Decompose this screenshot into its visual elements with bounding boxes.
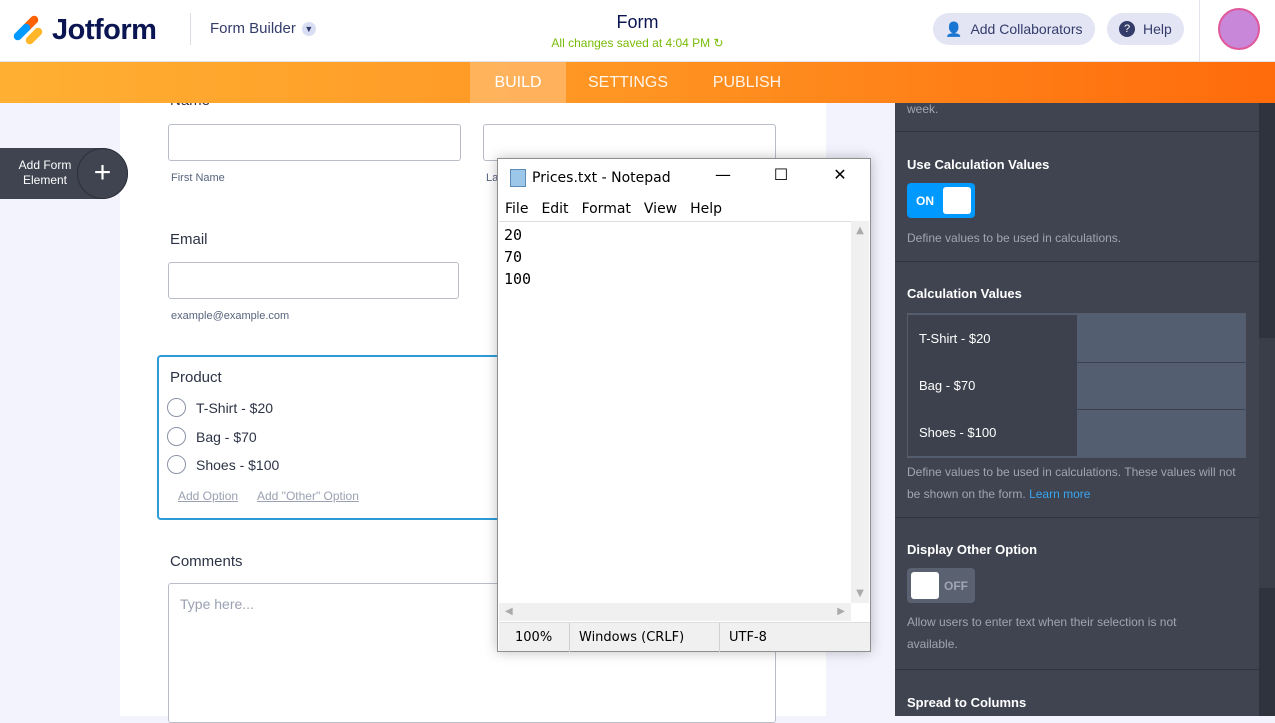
radio-option[interactable]: T-Shirt - $20	[167, 398, 273, 417]
builder-nav: BUILD SETTINGS PUBLISH	[0, 62, 1275, 103]
notepad-menu: File Edit Format View Help	[505, 201, 722, 217]
top-bar: Jotform Form Builder ▼ Form All changes s…	[0, 0, 1275, 62]
first-name-input[interactable]	[168, 124, 461, 161]
add-form-element-button[interactable]: Add Form Element +	[0, 148, 128, 199]
add-collaborators-button[interactable]: 👤 Add Collaborators	[933, 13, 1095, 45]
panel-text: week.	[907, 102, 939, 116]
properties-panel: week. Use Calculation Values ON Define v…	[895, 102, 1259, 716]
tab-settings[interactable]: SETTINGS	[573, 62, 683, 103]
menu-file[interactable]: File	[505, 201, 528, 217]
calc-values-title: Calculation Values	[907, 286, 1022, 301]
radio-option[interactable]: Shoes - $100	[167, 455, 279, 474]
calc-desc: Define values to be used in calculations…	[907, 465, 1236, 501]
last-name-input[interactable]	[483, 124, 776, 161]
radio-icon	[167, 427, 186, 446]
comments-label: Comments	[170, 553, 243, 570]
help-button[interactable]: ? Help	[1107, 13, 1184, 45]
product-label: Product	[170, 369, 222, 386]
help-icon: ?	[1119, 21, 1135, 37]
menu-help[interactable]: Help	[690, 201, 722, 217]
calc-row: Shoes - $100	[908, 409, 1077, 456]
add-option-link[interactable]: Add Option	[178, 489, 238, 503]
menu-format[interactable]: Format	[582, 201, 631, 217]
encoding: UTF-8	[729, 630, 767, 645]
other-option-toggle[interactable]: OFF	[907, 568, 975, 603]
notepad-window: Prices.txt - Notepad — ☐ ✕ File Edit For…	[497, 158, 871, 652]
email-input[interactable]	[168, 262, 459, 299]
maximize-button[interactable]: ☐	[758, 165, 804, 184]
email-sublabel: example@example.com	[171, 310, 290, 322]
close-button[interactable]: ✕	[817, 165, 863, 184]
minimize-button[interactable]: —	[700, 165, 746, 184]
line-endings: Windows (CRLF)	[579, 630, 685, 645]
other-option-title: Display Other Option	[907, 542, 1038, 557]
comments-placeholder: Type here...	[180, 596, 254, 612]
use-calc-desc: Define values to be used in calculations…	[907, 231, 1122, 245]
panel-scrollbar[interactable]	[1259, 103, 1275, 716]
email-label: Email	[170, 231, 208, 248]
first-name-sublabel: First Name	[171, 172, 225, 184]
other-option-desc: Allow users to enter text when their sel…	[907, 615, 1177, 651]
calc-row: Bag - $70	[908, 362, 1077, 409]
horizontal-scrollbar[interactable]: ◀ ▶	[499, 603, 851, 621]
tab-publish[interactable]: PUBLISH	[697, 62, 797, 103]
learn-more-link[interactable]: Learn more	[1029, 487, 1090, 501]
notepad-text-area[interactable]: 20 70 100	[499, 221, 852, 603]
use-calc-title: Use Calculation Values	[907, 157, 1050, 172]
use-calc-toggle[interactable]: ON	[907, 183, 975, 218]
tab-build[interactable]: BUILD	[470, 62, 566, 103]
user-icon: 👤	[945, 20, 963, 37]
avatar[interactable]	[1218, 8, 1260, 50]
menu-view[interactable]: View	[644, 201, 677, 217]
notepad-status-bar: 100% Windows (CRLF) UTF-8	[499, 622, 870, 652]
add-other-option-link[interactable]: Add "Other" Option	[257, 489, 359, 503]
plus-icon: +	[77, 148, 128, 199]
zoom-level: 100%	[515, 630, 553, 645]
notepad-icon	[510, 169, 526, 187]
spread-columns-title: Spread to Columns	[907, 695, 1027, 710]
notepad-title: Prices.txt - Notepad	[510, 169, 671, 187]
radio-icon	[167, 455, 186, 474]
add-element-label: Add Form Element	[18, 158, 72, 187]
radio-option[interactable]: Bag - $70	[167, 427, 257, 446]
radio-icon	[167, 398, 186, 417]
calc-row: T-Shirt - $20	[908, 315, 1077, 362]
calc-values-table: T-Shirt - $20 Bag - $70 Shoes - $100	[907, 313, 1246, 458]
menu-edit[interactable]: Edit	[541, 201, 568, 217]
vertical-scrollbar[interactable]: ▲ ▼	[851, 221, 869, 603]
